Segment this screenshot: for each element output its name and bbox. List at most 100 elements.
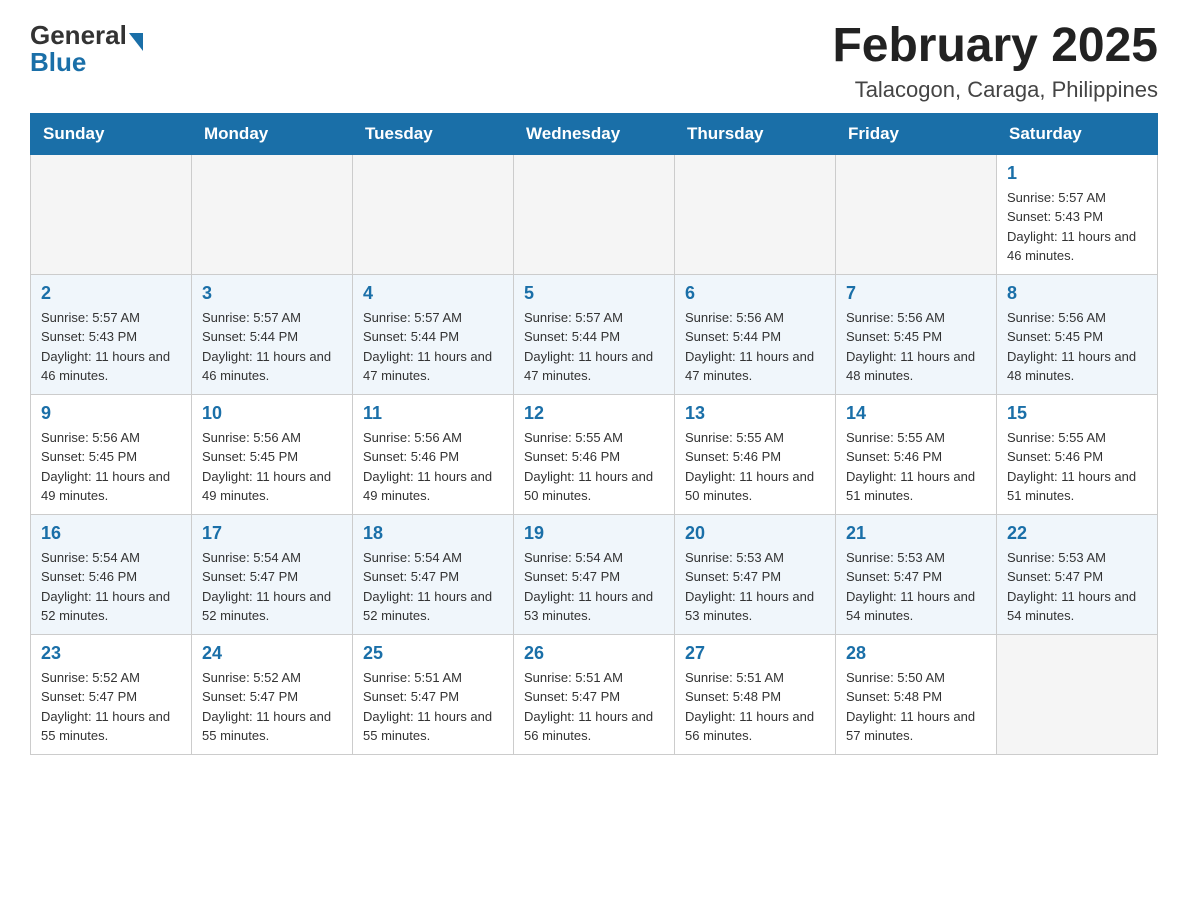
calendar-header-row: SundayMondayTuesdayWednesdayThursdayFrid… (31, 113, 1158, 154)
day-number: 27 (685, 643, 825, 664)
day-number: 6 (685, 283, 825, 304)
day-info: Sunrise: 5:56 AMSunset: 5:46 PMDaylight:… (363, 430, 492, 504)
day-number: 8 (1007, 283, 1147, 304)
calendar-week-row: 2 Sunrise: 5:57 AMSunset: 5:43 PMDaylight… (31, 274, 1158, 394)
day-info: Sunrise: 5:53 AMSunset: 5:47 PMDaylight:… (846, 550, 975, 624)
day-number: 5 (524, 283, 664, 304)
day-number: 4 (363, 283, 503, 304)
day-info: Sunrise: 5:56 AMSunset: 5:45 PMDaylight:… (1007, 310, 1136, 384)
calendar-cell: 27Sunrise: 5:51 AMSunset: 5:48 PMDayligh… (675, 634, 836, 754)
calendar-cell: 15 Sunrise: 5:55 AMSunset: 5:46 PMDayligh… (997, 394, 1158, 514)
day-number: 23 (41, 643, 181, 664)
day-info: Sunrise: 5:54 AMSunset: 5:47 PMDaylight:… (202, 550, 331, 624)
calendar-cell: 23 Sunrise: 5:52 AMSunset: 5:47 PMDayligh… (31, 634, 192, 754)
day-number: 3 (202, 283, 342, 304)
logo: General Blue (30, 20, 143, 78)
calendar-cell: 26 Sunrise: 5:51 AMSunset: 5:47 PMDayligh… (514, 634, 675, 754)
calendar-cell (514, 154, 675, 274)
day-number: 15 (1007, 403, 1147, 424)
calendar-cell (353, 154, 514, 274)
day-info: Sunrise: 5:50 AMSunset: 5:48 PMDaylight:… (846, 670, 975, 744)
calendar-subtitle: Talacogon, Caraga, Philippines (832, 77, 1158, 103)
day-info: Sunrise: 5:57 AMSunset: 5:43 PMDaylight:… (1007, 190, 1136, 264)
day-number: 28 (846, 643, 986, 664)
day-number: 25 (363, 643, 503, 664)
day-info: Sunrise: 5:51 AMSunset: 5:47 PMDaylight:… (363, 670, 492, 744)
day-info: Sunrise: 5:51 AMSunset: 5:47 PMDaylight:… (524, 670, 653, 744)
calendar-cell (192, 154, 353, 274)
day-info: Sunrise: 5:56 AMSunset: 5:45 PMDaylight:… (202, 430, 331, 504)
day-number: 16 (41, 523, 181, 544)
day-info: Sunrise: 5:57 AMSunset: 5:44 PMDaylight:… (202, 310, 331, 384)
calendar-header-wednesday: Wednesday (514, 113, 675, 154)
day-info: Sunrise: 5:57 AMSunset: 5:43 PMDaylight:… (41, 310, 170, 384)
day-info: Sunrise: 5:57 AMSunset: 5:44 PMDaylight:… (363, 310, 492, 384)
calendar-cell: 6Sunrise: 5:56 AMSunset: 5:44 PMDaylight… (675, 274, 836, 394)
day-number: 7 (846, 283, 986, 304)
calendar-cell (675, 154, 836, 274)
calendar-header-sunday: Sunday (31, 113, 192, 154)
day-info: Sunrise: 5:57 AMSunset: 5:44 PMDaylight:… (524, 310, 653, 384)
day-info: Sunrise: 5:55 AMSunset: 5:46 PMDaylight:… (1007, 430, 1136, 504)
day-number: 13 (685, 403, 825, 424)
calendar-cell: 18 Sunrise: 5:54 AMSunset: 5:47 PMDayligh… (353, 514, 514, 634)
day-number: 2 (41, 283, 181, 304)
day-info: Sunrise: 5:54 AMSunset: 5:47 PMDaylight:… (524, 550, 653, 624)
calendar-header-friday: Friday (836, 113, 997, 154)
calendar-header-saturday: Saturday (997, 113, 1158, 154)
calendar-week-row: 16 Sunrise: 5:54 AMSunset: 5:46 PMDayligh… (31, 514, 1158, 634)
calendar-cell: 17 Sunrise: 5:54 AMSunset: 5:47 PMDayligh… (192, 514, 353, 634)
calendar-week-row: 9 Sunrise: 5:56 AMSunset: 5:45 PMDaylight… (31, 394, 1158, 514)
day-number: 19 (524, 523, 664, 544)
day-info: Sunrise: 5:53 AMSunset: 5:47 PMDaylight:… (1007, 550, 1136, 624)
calendar-cell: 4 Sunrise: 5:57 AMSunset: 5:44 PMDaylight… (353, 274, 514, 394)
day-number: 9 (41, 403, 181, 424)
calendar-cell: 13 Sunrise: 5:55 AMSunset: 5:46 PMDayligh… (675, 394, 836, 514)
calendar-header-tuesday: Tuesday (353, 113, 514, 154)
calendar-cell: 12 Sunrise: 5:55 AMSunset: 5:46 PMDayligh… (514, 394, 675, 514)
calendar-cell: 25 Sunrise: 5:51 AMSunset: 5:47 PMDayligh… (353, 634, 514, 754)
day-number: 26 (524, 643, 664, 664)
day-info: Sunrise: 5:55 AMSunset: 5:46 PMDaylight:… (685, 430, 814, 504)
calendar-cell: 28 Sunrise: 5:50 AMSunset: 5:48 PMDayligh… (836, 634, 997, 754)
calendar-week-row: 23 Sunrise: 5:52 AMSunset: 5:47 PMDayligh… (31, 634, 1158, 754)
calendar-cell (836, 154, 997, 274)
day-info: Sunrise: 5:55 AMSunset: 5:46 PMDaylight:… (846, 430, 975, 504)
day-number: 24 (202, 643, 342, 664)
calendar-cell: 16 Sunrise: 5:54 AMSunset: 5:46 PMDayligh… (31, 514, 192, 634)
calendar-table: SundayMondayTuesdayWednesdayThursdayFrid… (30, 113, 1158, 755)
day-number: 21 (846, 523, 986, 544)
day-info: Sunrise: 5:54 AMSunset: 5:46 PMDaylight:… (41, 550, 170, 624)
logo-text-blue: Blue (30, 47, 143, 78)
calendar-cell: 22 Sunrise: 5:53 AMSunset: 5:47 PMDayligh… (997, 514, 1158, 634)
calendar-cell: 14 Sunrise: 5:55 AMSunset: 5:46 PMDayligh… (836, 394, 997, 514)
day-info: Sunrise: 5:52 AMSunset: 5:47 PMDaylight:… (41, 670, 170, 744)
calendar-cell: 8 Sunrise: 5:56 AMSunset: 5:45 PMDaylight… (997, 274, 1158, 394)
day-info: Sunrise: 5:55 AMSunset: 5:46 PMDaylight:… (524, 430, 653, 504)
calendar-cell: 10Sunrise: 5:56 AMSunset: 5:45 PMDayligh… (192, 394, 353, 514)
day-number: 12 (524, 403, 664, 424)
day-info: Sunrise: 5:53 AMSunset: 5:47 PMDaylight:… (685, 550, 814, 624)
calendar-cell: 1 Sunrise: 5:57 AMSunset: 5:43 PMDaylight… (997, 154, 1158, 274)
calendar-cell: 3 Sunrise: 5:57 AMSunset: 5:44 PMDaylight… (192, 274, 353, 394)
calendar-cell (997, 634, 1158, 754)
calendar-cell: 2 Sunrise: 5:57 AMSunset: 5:43 PMDaylight… (31, 274, 192, 394)
day-number: 20 (685, 523, 825, 544)
day-info: Sunrise: 5:52 AMSunset: 5:47 PMDaylight:… (202, 670, 331, 744)
day-info: Sunrise: 5:54 AMSunset: 5:47 PMDaylight:… (363, 550, 492, 624)
calendar-cell: 20 Sunrise: 5:53 AMSunset: 5:47 PMDayligh… (675, 514, 836, 634)
day-number: 22 (1007, 523, 1147, 544)
calendar-cell: 19 Sunrise: 5:54 AMSunset: 5:47 PMDayligh… (514, 514, 675, 634)
day-number: 14 (846, 403, 986, 424)
calendar-cell: 24 Sunrise: 5:52 AMSunset: 5:47 PMDayligh… (192, 634, 353, 754)
calendar-title: February 2025 (832, 20, 1158, 73)
page-header: General Blue February 2025 Talacogon, Ca… (30, 20, 1158, 103)
day-number: 17 (202, 523, 342, 544)
day-number: 1 (1007, 163, 1147, 184)
day-number: 18 (363, 523, 503, 544)
calendar-title-block: February 2025 Talacogon, Caraga, Philipp… (832, 20, 1158, 103)
calendar-week-row: 1 Sunrise: 5:57 AMSunset: 5:43 PMDaylight… (31, 154, 1158, 274)
day-number: 11 (363, 403, 503, 424)
calendar-cell: 9Sunrise: 5:56 AMSunset: 5:45 PMDaylight… (31, 394, 192, 514)
calendar-cell: 7Sunrise: 5:56 AMSunset: 5:45 PMDaylight… (836, 274, 997, 394)
